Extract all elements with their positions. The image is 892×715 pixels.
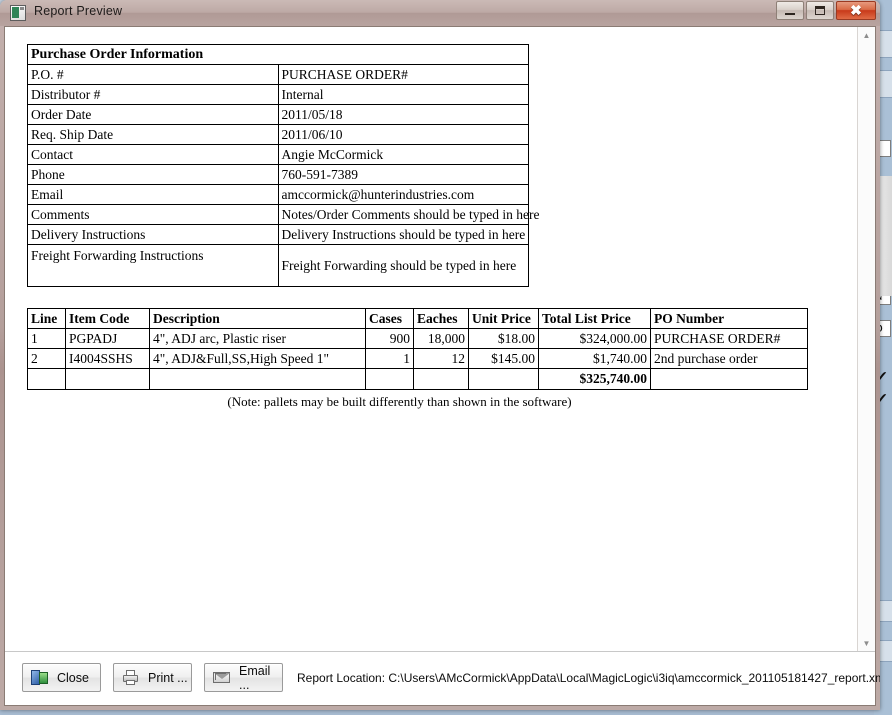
column-header-eaches: Eaches: [413, 308, 469, 329]
info-value: 760-591-7389: [277, 164, 529, 185]
info-value: amccormick@hunterindustries.com: [277, 184, 529, 205]
column-header-cases: Cases: [365, 308, 414, 329]
column-header-line: Line: [27, 308, 66, 329]
scroll-down-arrow-icon[interactable]: ▼: [858, 635, 875, 652]
pallet-note: (Note: pallets may be built differently …: [227, 394, 572, 409]
cell-po-number: PURCHASE ORDER#: [650, 328, 808, 349]
cell-item-code: PGPADJ: [65, 328, 150, 349]
cell-description: 4", ADJ&Full,SS,High Speed 1": [149, 348, 366, 369]
column-header-po-number: PO Number: [650, 308, 808, 329]
cell-cases: 900: [365, 328, 414, 349]
info-value: Freight Forwarding should be typed in he…: [277, 244, 529, 287]
report-toolbar: Close Print ... Email ... Report Locatio…: [5, 651, 880, 705]
info-label: Email: [27, 184, 279, 205]
report-vertical-scrollbar[interactable]: ▲ ▼: [857, 27, 875, 652]
table-row: Purchase Order Information: [27, 44, 529, 65]
table-row: Distributor # Internal: [27, 84, 529, 105]
info-label: Comments: [27, 204, 279, 225]
info-value: Delivery Instructions should be typed in…: [277, 224, 529, 245]
cell-unit-price: $18.00: [468, 328, 539, 349]
info-table-header: Purchase Order Information: [27, 44, 529, 65]
cell-unit-price: $145.00: [468, 348, 539, 369]
table-total-row: $325,740.00: [27, 368, 808, 390]
info-label: P.O. #: [27, 64, 279, 85]
column-header-description: Description: [149, 308, 366, 329]
table-row: Freight Forwarding Instructions Freight …: [27, 244, 529, 287]
info-value: Angie McCormick: [277, 144, 529, 165]
window-title-bar[interactable]: Report Preview ✖: [0, 0, 880, 26]
cell-cases: 1: [365, 348, 414, 369]
maximize-icon: [807, 2, 833, 19]
cell-line: 1: [27, 328, 66, 349]
report-canvas: Purchase Order Information P.O. # PURCHA…: [5, 27, 857, 652]
table-row: Req. Ship Date 2011/06/10: [27, 124, 529, 145]
cell-empty: [650, 368, 808, 390]
cell-po-number: 2nd purchase order: [650, 348, 808, 369]
info-value: 2011/06/10: [277, 124, 529, 145]
printer-icon: [122, 669, 139, 686]
purchase-order-info-table: Purchase Order Information P.O. # PURCHA…: [27, 44, 539, 287]
minimize-button[interactable]: [776, 1, 804, 20]
table-row: Comments Notes/Order Comments should be …: [27, 204, 539, 225]
email-button[interactable]: Email ...: [204, 663, 283, 692]
cell-empty: [365, 368, 414, 390]
cell-empty: [149, 368, 366, 390]
info-label: Phone: [27, 164, 279, 185]
info-value: PURCHASE ORDER#: [277, 64, 529, 85]
table-row: Phone 760-591-7389: [27, 164, 529, 185]
table-row: P.O. # PURCHASE ORDER#: [27, 64, 529, 85]
info-label: Freight Forwarding Instructions: [27, 244, 279, 287]
cell-item-code: I4004SSHS: [65, 348, 150, 369]
window-close-button[interactable]: ✖: [836, 1, 876, 20]
info-label: Distributor #: [27, 84, 279, 105]
envelope-icon: [213, 669, 230, 686]
report-document: Purchase Order Information P.O. # PURCHA…: [27, 44, 827, 410]
close-button[interactable]: Close: [22, 663, 101, 692]
cell-line: 2: [27, 348, 66, 369]
cell-total-list-price: $1,740.00: [538, 348, 651, 369]
close-button-label: Close: [57, 670, 89, 685]
info-value: 2011/05/18: [277, 104, 529, 125]
cell-empty: [27, 368, 66, 390]
cell-eaches: 12: [413, 348, 469, 369]
cell-description: 4", ADJ arc, Plastic riser: [149, 328, 366, 349]
report-location-status: Report Location: C:\Users\AMcCormick\App…: [297, 671, 880, 685]
cell-empty: [65, 368, 150, 390]
print-button[interactable]: Print ...: [113, 663, 192, 692]
info-value: Internal: [277, 84, 529, 105]
info-value: Notes/Order Comments should be typed in …: [277, 204, 539, 225]
line-items-table: Line Item Code Description Cases Eaches …: [27, 308, 808, 390]
window-title: Report Preview: [34, 4, 123, 18]
table-row: 2 I4004SSHS 4", ADJ&Full,SS,High Speed 1…: [27, 348, 808, 369]
email-button-label: Email ...: [239, 663, 271, 692]
column-header-unit-price: Unit Price: [468, 308, 539, 329]
table-row: Contact Angie McCormick: [27, 144, 529, 165]
door-exit-icon: [31, 669, 48, 686]
table-row: Order Date 2011/05/18: [27, 104, 529, 125]
info-label: Contact: [27, 144, 279, 165]
report-preview-window: Report Preview ✖ Purchase Order Informat…: [0, 0, 880, 710]
cell-empty: [468, 368, 539, 390]
info-label: Req. Ship Date: [27, 124, 279, 145]
minimize-icon: [777, 2, 803, 19]
table-row: 1 PGPADJ 4", ADJ arc, Plastic riser 900 …: [27, 328, 808, 349]
window-client-area: Purchase Order Information P.O. # PURCHA…: [4, 26, 880, 706]
cell-eaches: 18,000: [413, 328, 469, 349]
column-header-item-code: Item Code: [65, 308, 150, 329]
maximize-button[interactable]: [806, 1, 834, 20]
cell-total-list-price: $324,000.00: [538, 328, 651, 349]
report-window-icon: [10, 5, 26, 21]
table-header-row: Line Item Code Description Cases Eaches …: [27, 308, 808, 329]
info-label: Delivery Instructions: [27, 224, 279, 245]
table-row: Delivery Instructions Delivery Instructi…: [27, 224, 529, 245]
close-icon: ✖: [850, 2, 862, 18]
column-header-total-list-price: Total List Price: [538, 308, 651, 329]
scroll-up-arrow-icon[interactable]: ▲: [858, 27, 875, 44]
print-button-label: Print ...: [148, 670, 188, 685]
table-row: Email amccormick@hunterindustries.com: [27, 184, 529, 205]
line-items-section: Line Item Code Description Cases Eaches …: [27, 308, 827, 410]
cell-empty: [413, 368, 469, 390]
info-label: Order Date: [27, 104, 279, 125]
cell-grand-total: $325,740.00: [538, 368, 651, 390]
